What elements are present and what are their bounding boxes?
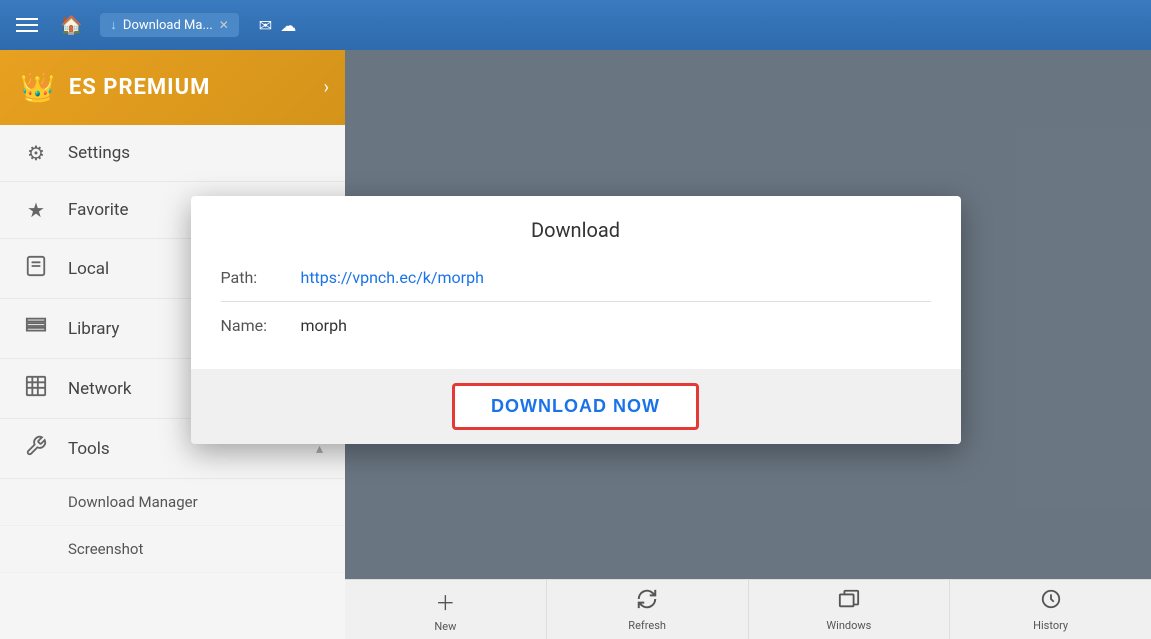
refresh-icon (636, 588, 658, 615)
dialog-title: Download (191, 196, 961, 260)
subitem-label: Download Manager (68, 493, 198, 511)
premium-banner[interactable]: 👑 ES PREMIUM › (0, 50, 345, 125)
name-row: Name: morph (221, 316, 931, 349)
premium-label: ES PREMIUM (69, 75, 211, 100)
history-icon (1040, 588, 1062, 615)
download-dialog: Download Path: https://vpnch.ec/k/morph … (191, 196, 961, 444)
windows-icon (838, 588, 860, 615)
path-row: Path: https://vpnch.ec/k/morph (221, 268, 931, 302)
crown-icon: 👑 (20, 71, 55, 104)
local-icon (22, 255, 50, 282)
tools-icon (22, 435, 50, 462)
name-value: morph (301, 316, 931, 335)
favorite-icon: ★ (22, 198, 50, 222)
new-label: New (434, 620, 456, 633)
tab-close-icon[interactable]: ✕ (219, 18, 229, 32)
sidebar-item-settings[interactable]: ⚙ Settings (0, 125, 345, 182)
history-button[interactable]: History (950, 580, 1151, 639)
windows-button[interactable]: Windows (749, 580, 951, 639)
mail-icon[interactable]: ✉ (259, 16, 272, 35)
settings-icon: ⚙ (22, 141, 50, 165)
subitem-label: Screenshot (68, 540, 143, 558)
top-bar-icons: ✉ ☁ (259, 16, 296, 35)
tab-download-manager[interactable]: ↓ Download Ma... ✕ (100, 13, 238, 37)
refresh-button[interactable]: Refresh (547, 580, 749, 639)
dialog-body: Path: https://vpnch.ec/k/morph Name: mor… (191, 260, 961, 369)
sidebar-subitem-download-manager[interactable]: Download Manager (0, 479, 345, 526)
top-bar: 🏠 ↓ Download Ma... ✕ ✉ ☁ (0, 0, 1151, 50)
sidebar-subitem-screenshot[interactable]: Screenshot (0, 526, 345, 573)
library-icon (22, 315, 50, 342)
path-value: https://vpnch.ec/k/morph (301, 268, 931, 287)
dialog-footer: DOWNLOAD NOW (191, 369, 961, 444)
premium-arrow-icon: › (324, 77, 329, 98)
hamburger-button[interactable] (12, 14, 42, 36)
tab-label: Download Ma... (123, 18, 213, 33)
name-label: Name: (221, 316, 301, 335)
sidebar-item-label: Settings (68, 143, 323, 163)
path-label: Path: (221, 268, 301, 287)
bottom-bar: ＋ New Refresh Windows (345, 579, 1151, 639)
network-icon (22, 375, 50, 402)
history-label: History (1033, 619, 1068, 632)
new-icon: ＋ (435, 587, 455, 616)
refresh-label: Refresh (628, 619, 666, 632)
download-now-button[interactable]: DOWNLOAD NOW (452, 383, 699, 430)
cloud-icon[interactable]: ☁ (280, 16, 296, 35)
windows-label: Windows (826, 619, 871, 632)
new-button[interactable]: ＋ New (345, 580, 547, 639)
home-button[interactable]: 🏠 (52, 11, 90, 40)
